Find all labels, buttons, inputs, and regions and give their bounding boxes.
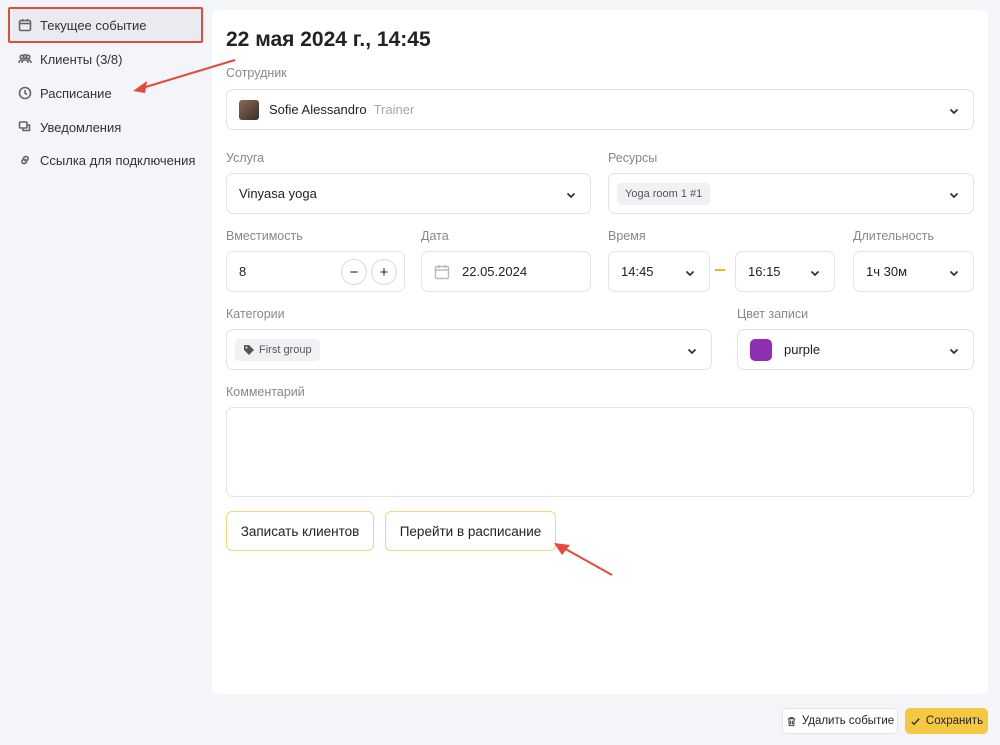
chevron-down-icon [949, 104, 959, 115]
category-chip-label: First group [259, 343, 312, 356]
time-range-dash [715, 269, 725, 271]
category-chip: First group [235, 338, 320, 361]
decrement-button[interactable]: − [341, 259, 367, 285]
color-label: Цвет записи [737, 307, 809, 321]
sidebar-item-clients[interactable]: Клиенты (3/8) [12, 42, 202, 76]
chat-icon [18, 120, 32, 134]
sidebar-item-label: Клиенты (3/8) [40, 51, 123, 67]
go-to-schedule-button[interactable]: Перейти в расписание [385, 511, 556, 551]
chevron-down-icon [687, 344, 697, 355]
enroll-clients-button[interactable]: Записать клиентов [226, 511, 374, 551]
increment-button[interactable]: + [371, 259, 397, 285]
users-icon [18, 52, 32, 66]
color-select[interactable]: purple [737, 329, 974, 370]
sidebar-item-label: Уведомления [40, 119, 122, 135]
resources-select[interactable]: Yoga room 1 #1 [608, 173, 974, 214]
sidebar-item-connection-link[interactable]: Ссылка для подключения [12, 143, 202, 177]
sidebar-item-label: Расписание [40, 85, 112, 101]
chevron-down-icon [949, 188, 959, 199]
calendar-icon [434, 264, 450, 280]
comment-label: Комментарий [226, 385, 305, 399]
sidebar-item-label: Текущее событие [40, 17, 147, 33]
save-label: Сохранить [925, 715, 984, 727]
avatar [239, 99, 259, 120]
service-value: Vinyasa yoga [239, 186, 317, 201]
chevron-down-icon [949, 266, 959, 277]
date-field[interactable]: 22.05.2024 [421, 251, 591, 292]
employee-label: Сотрудник [226, 66, 287, 80]
duration-label: Длительность [853, 229, 935, 243]
categories-label: Категории [226, 307, 285, 321]
sidebar: Текущее событие Клиенты (3/8) Расписание… [0, 0, 212, 745]
sidebar-item-current-event[interactable]: Текущее событие [12, 8, 202, 42]
save-button[interactable]: Сохранить [905, 708, 988, 734]
time-label: Время [608, 229, 646, 243]
employee-role: Trainer [373, 102, 415, 117]
calendar-icon [18, 18, 32, 32]
sidebar-item-notifications[interactable]: Уведомления [12, 110, 202, 144]
page-title: 22 мая 2024 г., 14:45 [226, 28, 431, 51]
tag-icon [244, 344, 254, 355]
sidebar-item-label: Ссылка для подключения [40, 152, 196, 168]
employee-name: Sofie Alessandro [269, 102, 367, 117]
chevron-down-icon [685, 266, 695, 277]
service-select[interactable]: Vinyasa yoga [226, 173, 591, 214]
link-icon [18, 153, 32, 167]
time-start-select[interactable]: 14:45 [608, 251, 710, 292]
delete-event-label: Удалить событие [801, 715, 895, 727]
color-value: purple [784, 342, 821, 357]
chevron-down-icon [566, 188, 576, 199]
event-form: 22 мая 2024 г., 14:45 Сотрудник Sofie Al… [212, 10, 988, 694]
sidebar-item-schedule[interactable]: Расписание [12, 76, 202, 110]
categories-select[interactable]: First group [226, 329, 712, 370]
duration-select[interactable]: 1ч 30м [853, 251, 974, 292]
check-icon [911, 717, 920, 725]
date-value: 22.05.2024 [462, 264, 528, 279]
capacity-label: Вместимость [226, 229, 303, 243]
chevron-down-icon [949, 344, 959, 355]
delete-event-button[interactable]: Удалить событие [782, 708, 898, 734]
clock-icon [18, 86, 32, 100]
comment-textarea[interactable] [226, 407, 974, 497]
time-end-value: 16:15 [748, 264, 781, 279]
resources-label: Ресурсы [608, 151, 658, 165]
duration-value: 1ч 30м [866, 264, 908, 279]
chevron-down-icon [810, 266, 820, 277]
color-swatch [750, 338, 772, 361]
resource-chip: Yoga room 1 #1 [617, 182, 711, 205]
employee-select[interactable]: Sofie Alessandro Trainer [226, 89, 974, 130]
trash-icon [787, 716, 795, 726]
capacity-stepper: 8 − + [226, 251, 405, 292]
time-end-select[interactable]: 16:15 [735, 251, 835, 292]
capacity-value[interactable]: 8 [239, 264, 246, 279]
time-start-value: 14:45 [621, 264, 654, 279]
service-label: Услуга [226, 151, 265, 165]
date-label: Дата [421, 229, 449, 243]
